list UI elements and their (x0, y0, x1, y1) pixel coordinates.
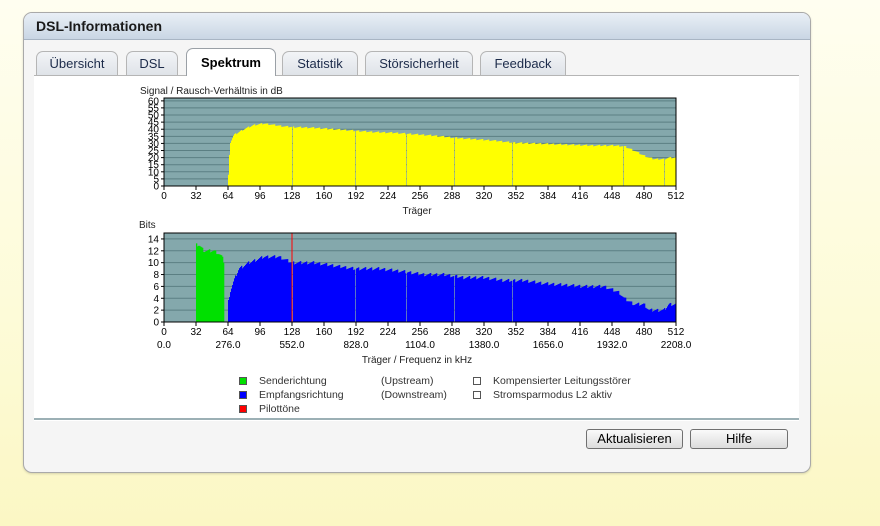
freq-tick-label: 552.0 (279, 340, 304, 351)
x-tick-label: 64 (222, 191, 234, 202)
tab-uebersicht[interactable]: Übersicht (36, 51, 118, 75)
snr-chart-title: Signal / Rausch-Verhältnis in dB (140, 86, 283, 97)
data-bar (511, 142, 513, 186)
x-tick-label: 288 (444, 191, 461, 202)
x-tick-label: 352 (508, 327, 525, 338)
x-tick-label: 32 (190, 327, 202, 338)
x-tick-label: 448 (604, 191, 621, 202)
x-tick-label: 512 (668, 327, 685, 338)
freq-tick-label: 1656.0 (533, 340, 564, 351)
upstream-swatch (239, 377, 247, 385)
snr-chart-xlabel: Träger (402, 206, 432, 217)
y-tick-label: 14 (148, 234, 160, 245)
downstream-label: Empfangsrichtung (259, 389, 344, 401)
x-tick-label: 448 (604, 327, 621, 338)
x-tick-label: 352 (508, 191, 525, 202)
data-bar (622, 146, 624, 186)
y-tick-label: 0 (153, 318, 159, 329)
bits-chart-xlabel: Träger / Frequenz in kHz (362, 355, 472, 366)
x-tick-label: 64 (222, 327, 234, 338)
y-tick-label: 4 (153, 294, 159, 305)
crosstalk-checkbox (473, 377, 481, 385)
x-tick-label: 128 (284, 327, 301, 338)
y-tick-label: 60 (148, 96, 160, 107)
data-bar (453, 276, 455, 322)
tab-bar: Übersicht DSL Spektrum Statistik Störsic… (36, 48, 810, 76)
x-tick-label: 256 (412, 327, 429, 338)
tab-dsl[interactable]: DSL (126, 51, 178, 75)
x-tick-label: 480 (636, 327, 653, 338)
freq-tick-label: 828.0 (343, 340, 368, 351)
data-bar (223, 262, 225, 322)
pilot-label: Pilottöne (259, 403, 300, 415)
downstream-note: (Downstream) (381, 389, 447, 401)
l2-checkbox (473, 391, 481, 399)
data-bar (354, 131, 356, 186)
x-tick-label: 128 (284, 191, 301, 202)
data-bar (511, 280, 513, 322)
freq-tick-label: 2208.0 (661, 340, 692, 351)
x-tick-label: 384 (540, 327, 557, 338)
dsl-info-panel: DSL-Informationen Übersicht DSL Spektrum… (23, 12, 811, 473)
y-tick-label: 12 (148, 246, 160, 257)
y-tick-label: 10 (148, 258, 160, 269)
downstream-swatch (239, 391, 247, 399)
x-tick-label: 384 (540, 191, 557, 202)
freq-tick-label: 1104.0 (405, 340, 435, 351)
data-bar (453, 137, 455, 186)
data-bar (354, 269, 356, 322)
bits-chart-ylabel: Bits (139, 220, 156, 231)
panel-header: DSL-Informationen (24, 13, 810, 40)
x-tick-label: 160 (316, 191, 333, 202)
x-tick-label: 96 (254, 327, 266, 338)
x-tick-label: 320 (476, 191, 493, 202)
charts-svg: Signal / Rausch-Verhältnis in dB 0510152… (139, 86, 692, 366)
x-tick-label: 224 (380, 191, 397, 202)
x-tick-label: 256 (412, 191, 429, 202)
data-bar (405, 273, 407, 322)
x-tick-label: 0 (161, 327, 167, 338)
x-tick-label: 320 (476, 327, 493, 338)
x-tick-label: 160 (316, 327, 333, 338)
panel-title: DSL-Informationen (36, 18, 162, 34)
snr-chart: 0510152025303540455055600 32 64 96 128 160 192… (148, 96, 685, 202)
upstream-note: (Upstream) (381, 375, 434, 387)
x-tick-label: 512 (668, 191, 685, 202)
x-tick-label: 416 (572, 327, 589, 338)
x-tick-label: 288 (444, 327, 461, 338)
freq-tick-label: 1932.0 (597, 340, 628, 351)
tab-statistik[interactable]: Statistik (282, 51, 358, 75)
x-tick-label: 416 (572, 191, 589, 202)
crosstalk-label: Kompensierter Leitungsstörer (493, 375, 631, 387)
x-tick-label: 32 (190, 191, 202, 202)
refresh-button[interactable]: Aktualisieren (586, 429, 683, 449)
spectrum-content: Signal / Rausch-Verhältnis in dB 0 5 10 15 2… (34, 75, 799, 421)
upstream-label: Senderichtung (259, 375, 327, 387)
tab-feedback[interactable]: Feedback (480, 51, 566, 75)
x-tick-label: 0 (161, 191, 167, 202)
bits-chart: 02468101214 0 32 64 96 128 160 192 224 256 288 320 3… (148, 232, 692, 351)
help-button[interactable]: Hilfe (690, 429, 788, 449)
x-tick-label: 192 (348, 327, 365, 338)
tab-spektrum[interactable]: Spektrum (186, 48, 276, 76)
data-bar (663, 158, 665, 186)
l2-label: Stromsparmodus L2 aktiv (493, 389, 613, 401)
x-tick-label: 96 (254, 191, 266, 202)
x-tick-label: 480 (636, 191, 653, 202)
y-tick-label: 2 (153, 306, 159, 317)
tab-stoersicherheit[interactable]: Störsicherheit (365, 51, 473, 75)
freq-tick-label: 1380.0 (469, 340, 500, 351)
data-bar (291, 126, 293, 186)
x-tick-label: 192 (348, 191, 365, 202)
footer-separator (34, 418, 799, 420)
freq-tick-label: 0.0 (157, 340, 171, 351)
data-bar (405, 134, 407, 186)
y-tick-label: 6 (153, 282, 159, 293)
y-tick-label: 8 (153, 270, 159, 281)
pilot-swatch (239, 405, 247, 413)
freq-tick-label: 276.0 (215, 340, 240, 351)
x-tick-label: 224 (380, 327, 397, 338)
